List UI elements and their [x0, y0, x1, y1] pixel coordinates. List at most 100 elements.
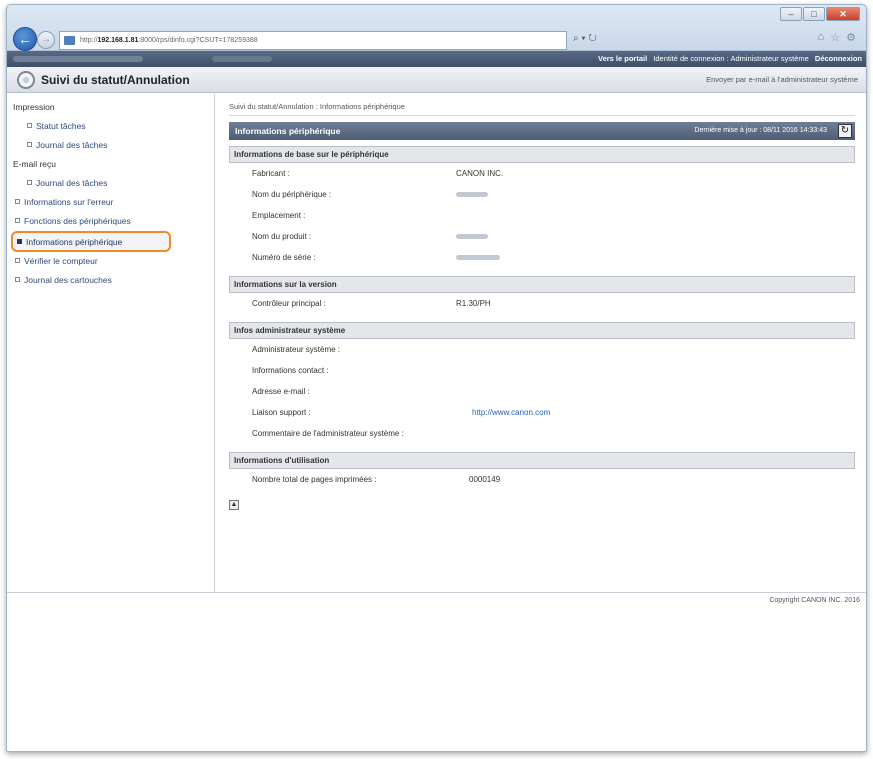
device-name-blurred: [13, 56, 143, 62]
label: Nom du produit :: [252, 232, 312, 241]
sidebar-item-label: Fonctions des périphériques: [24, 216, 131, 226]
label: Liaison support :: [252, 408, 311, 417]
bullet-icon: [27, 123, 32, 128]
bullet-icon: [15, 277, 20, 282]
label: Emplacement :: [252, 211, 306, 220]
sidebar-item-infos-erreur[interactable]: Informations sur l'erreur: [7, 193, 214, 212]
bullet-icon: [15, 218, 20, 223]
row-contact: Informations contact :: [229, 360, 855, 381]
sidebar-item-statut-taches[interactable]: Statut tâches: [7, 117, 214, 136]
sidebar-item-journal-taches-email[interactable]: Journal des tâches: [7, 174, 214, 193]
label: Administrateur système :: [252, 345, 341, 354]
back-button[interactable]: ←: [13, 27, 37, 51]
sidebar-heading-email-recu: E-mail reçu: [13, 159, 56, 169]
product-name-blurred: [212, 56, 272, 62]
row-fabricant: Fabricant : CANON INC.: [229, 163, 855, 184]
sidebar-item-journal-taches-impression[interactable]: Journal des tâches: [7, 136, 214, 155]
row-pages: Nombre total de pages imprimées : 000014…: [229, 469, 855, 490]
row-nom-peripherique: Nom du périphérique :: [229, 184, 855, 205]
row-commentaire: Commentaire de l'administrateur système …: [229, 423, 855, 444]
row-nom-produit: Nom du produit :: [229, 226, 855, 247]
sidebar-item-label: Journal des tâches: [36, 140, 108, 150]
label: Adresse e-mail :: [252, 387, 310, 396]
address-bar[interactable]: http://192.168.1.81:8000/rps/dinfo.cgi?C…: [59, 31, 567, 50]
sidebar-item-fonctions[interactable]: Fonctions des périphériques: [7, 212, 214, 231]
sidebar-heading-impression: Impression: [13, 102, 55, 112]
section-usage: Informations d'utilisation: [229, 452, 855, 469]
bullet-icon: [17, 239, 22, 244]
label: Contrôleur principal :: [252, 299, 326, 308]
sidebar-item-label: Journal des tâches: [36, 178, 108, 188]
page-title: Suivi du statut/Annulation: [41, 73, 190, 87]
close-button[interactable]: ✕: [826, 7, 860, 21]
browser-window: – □ ✕ ← → http://192.168.1.81:8000/rps/d…: [6, 4, 867, 752]
url-rest: :8000/rps/dinfo.cgi?CSUT=178259388: [138, 37, 258, 44]
page-favicon-icon: [64, 36, 75, 45]
row-controleur: Contrôleur principal : R1.30/PH: [229, 293, 855, 314]
label: Informations contact :: [252, 366, 329, 375]
value-blurred: [456, 232, 488, 241]
content-area: Impression Statut tâches Journal des tâc…: [7, 94, 866, 592]
minimize-button[interactable]: –: [780, 7, 802, 21]
bullet-icon: [15, 258, 20, 263]
sidebar-item-label: Vérifier le compteur: [24, 256, 98, 266]
sidebar: Impression Statut tâches Journal des tâc…: [7, 94, 215, 592]
breadcrumb: Suivi du statut/Annulation : Information…: [229, 102, 855, 116]
sidebar-item-label: Journal des cartouches: [24, 275, 112, 285]
panel-title: Informations périphérique: [235, 126, 341, 136]
sidebar-item-cartouches[interactable]: Journal des cartouches: [7, 271, 214, 290]
bullet-icon: [27, 142, 32, 147]
section-admin: Infos administrateur système: [229, 322, 855, 339]
label: Nom du périphérique :: [252, 190, 332, 199]
row-admin: Administrateur système :: [229, 339, 855, 360]
sidebar-item-label: Informations sur l'erreur: [24, 197, 114, 207]
search-refresh-controls[interactable]: ⌕ ▾ ↻: [573, 33, 597, 44]
label: Commentaire de l'administrateur système …: [252, 429, 404, 438]
back-to-top-icon[interactable]: ▲: [229, 500, 239, 510]
section-version: Informations sur la version: [229, 276, 855, 293]
sidebar-item-label: Statut tâches: [36, 121, 86, 131]
value: 0000149: [469, 475, 501, 484]
page-header: Suivi du statut/Annulation Envoyer par e…: [7, 67, 866, 93]
refresh-icon[interactable]: ↻: [838, 124, 852, 138]
url-host: 192.168.1.81: [97, 37, 139, 44]
label: Nombre total de pages imprimées :: [252, 475, 377, 484]
status-monitor-icon: [17, 71, 35, 89]
window-controls: – □ ✕: [780, 7, 860, 21]
maximize-button[interactable]: □: [803, 7, 825, 21]
home-icon[interactable]: ⌂: [818, 31, 825, 44]
browser-titlebar: – □ ✕ ← → http://192.168.1.81:8000/rps/d…: [7, 5, 866, 51]
url-prefix: http://: [80, 37, 98, 44]
settings-icon[interactable]: ⚙: [846, 31, 856, 44]
value: R1.30/PH: [456, 299, 491, 308]
header-links: Vers le portail Identité de connexion : …: [594, 51, 862, 67]
panel-header: Informations périphérique Dernière mise …: [229, 122, 855, 140]
label: Fabricant :: [252, 169, 290, 178]
row-liaison: Liaison support : http://www.canon.com: [229, 402, 855, 423]
bullet-icon: [15, 199, 20, 204]
value: CANON INC.: [456, 169, 504, 178]
label: Numéro de série :: [252, 253, 316, 262]
copyright: Copyright CANON INC. 2016: [769, 597, 860, 604]
sidebar-item-infos-peripherique[interactable]: Informations périphérique: [11, 231, 171, 252]
toolbar-icons: ⌂ ☆ ⚙: [818, 31, 856, 44]
support-link[interactable]: http://www.canon.com: [472, 408, 550, 417]
bullet-icon: [27, 180, 32, 185]
logout-link[interactable]: Déconnexion: [815, 54, 862, 63]
login-identity: Identité de connexion : Administrateur s…: [653, 54, 809, 63]
last-update: Dernière mise à jour : 08/11 2016 14:33:…: [694, 127, 827, 134]
favorites-icon[interactable]: ☆: [830, 31, 840, 44]
email-admin-link[interactable]: Envoyer par e-mail à l'administrateur sy…: [706, 75, 858, 84]
row-emplacement: Emplacement :: [229, 205, 855, 226]
forward-button[interactable]: →: [37, 31, 55, 49]
row-numero-serie: Numéro de série :: [229, 247, 855, 268]
sidebar-item-label: Informations périphérique: [26, 237, 123, 247]
portal-link[interactable]: Vers le portail: [598, 54, 647, 63]
value-blurred: [456, 190, 488, 199]
top-header-bar: Vers le portail Identité de connexion : …: [7, 51, 866, 67]
row-email: Adresse e-mail :: [229, 381, 855, 402]
value-blurred: [456, 253, 500, 262]
footer: Copyright CANON INC. 2016: [7, 592, 866, 612]
sidebar-item-compteur[interactable]: Vérifier le compteur: [7, 252, 214, 271]
main-content: Suivi du statut/Annulation : Information…: [229, 94, 855, 510]
